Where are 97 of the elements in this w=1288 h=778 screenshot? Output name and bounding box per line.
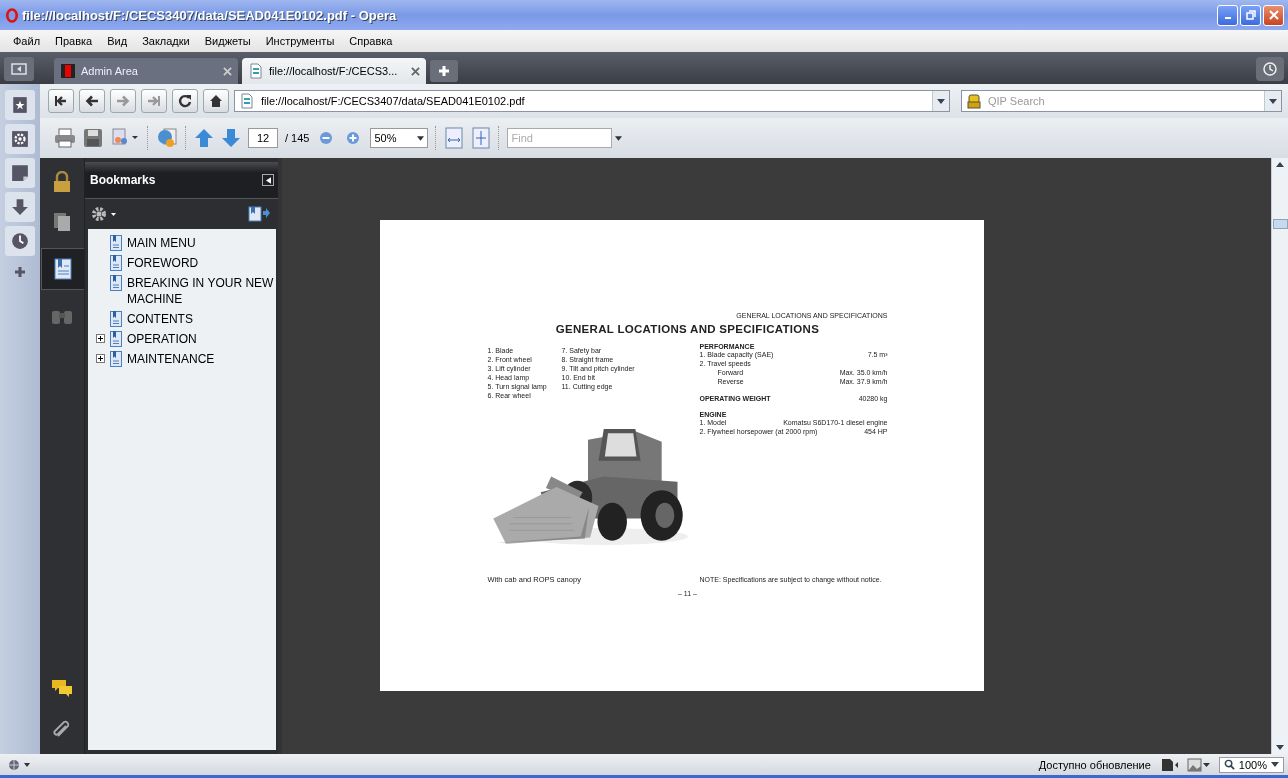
bookmark-icon: [110, 351, 122, 367]
reload-button[interactable]: [172, 89, 198, 113]
bookmark-item[interactable]: CONTENTS: [126, 311, 276, 327]
up-arrow-icon[interactable]: [1276, 162, 1284, 167]
back-button[interactable]: [79, 89, 105, 113]
bookmark-icon: [109, 275, 122, 291]
page-count: / 145: [285, 132, 310, 144]
restore-icon: [1245, 10, 1256, 20]
panel-toggle-button[interactable]: [4, 57, 34, 81]
globe-icon: [156, 127, 178, 149]
rewind-icon: [54, 94, 68, 108]
vertical-scrollbar[interactable]: [1271, 158, 1288, 754]
page-number-field[interactable]: 12: [248, 128, 278, 148]
bookmark-icon: [109, 235, 122, 251]
caret-icon: [417, 135, 425, 141]
download-icon: [11, 198, 29, 216]
browser-tab[interactable]: Admin Area: [54, 58, 238, 84]
minimize-button[interactable]: [1217, 4, 1238, 26]
bookmark-icon: [52, 258, 73, 280]
home-icon: [209, 94, 223, 108]
image-icon[interactable]: [1186, 757, 1211, 772]
site-icon: [60, 63, 76, 79]
update-notice[interactable]: Доступно обновление: [1038, 758, 1151, 771]
caret-icon: [1271, 762, 1279, 767]
panel-title: Bookmarks: [90, 173, 157, 187]
plus-icon: [346, 131, 361, 145]
browser-tab[interactable]: file://localhost/F:/CECS3...: [242, 58, 426, 84]
zoom-dropdown[interactable]: 50%: [370, 128, 429, 148]
maximize-button[interactable]: [1240, 4, 1261, 26]
reload-icon: [178, 94, 192, 108]
menu-item[interactable]: Правка: [49, 35, 102, 47]
forward-button[interactable]: [110, 89, 136, 113]
rewind-button[interactable]: [48, 89, 74, 113]
new-bookmark-icon[interactable]: [248, 206, 270, 222]
printer-icon: [54, 128, 76, 148]
expand-icon[interactable]: [96, 353, 105, 363]
settings-panel-button[interactable]: [5, 124, 35, 154]
magnifier-icon: [1223, 759, 1235, 770]
downloads-panel-button[interactable]: [5, 192, 35, 222]
fit-width-icon: [445, 127, 464, 149]
bookmark-item[interactable]: MAINTENANCE: [127, 351, 276, 367]
minimize-icon: [1224, 17, 1231, 19]
up-arrow-icon: [194, 128, 214, 148]
bookmark-icon: [109, 255, 122, 271]
settings-icon: [11, 130, 29, 148]
opera-logo-icon: [6, 7, 18, 23]
bookmark-icon: [110, 331, 122, 347]
bookmark-icon: [109, 311, 122, 327]
bookmark-item[interactable]: FOREWORD: [126, 255, 276, 271]
notes-panel-button[interactable]: [5, 158, 35, 188]
back-icon: [85, 94, 99, 108]
new-tab-button[interactable]: [430, 60, 458, 82]
bookmarks-panel-button[interactable]: [5, 90, 35, 120]
bookmark-item[interactable]: BREAKING IN YOUR NEW MACHINE: [126, 275, 276, 307]
note-icon: [11, 164, 29, 182]
print-button[interactable]: [54, 125, 76, 151]
down-arrow-icon: [221, 128, 241, 148]
page-heading: GENERAL LOCATIONS AND SPECIFICATIONS: [554, 323, 821, 335]
collapse-panel-button[interactable]: [262, 174, 274, 186]
closed-tabs-button[interactable]: [1256, 57, 1284, 81]
close-tab-icon[interactable]: [411, 66, 420, 76]
expand-icon[interactable]: [96, 333, 105, 343]
clock-icon: [1262, 61, 1278, 77]
minus-icon: [319, 131, 334, 145]
menu-item[interactable]: Справка: [343, 35, 402, 47]
page-icon: [239, 93, 255, 109]
address-field[interactable]: file://localhost/F:/CECS3407/data/SEAD041E0102.pdf: [234, 90, 950, 112]
history-panel-button[interactable]: [5, 226, 35, 256]
globe-icon[interactable]: [8, 758, 32, 771]
panel-icon: [11, 63, 27, 75]
window-title: file://localhost/F:/CECS3407/data/SEAD041E0102.pdf - Opera: [22, 7, 397, 23]
menu-item[interactable]: Инструменты: [259, 35, 344, 47]
fast-forward-button[interactable]: [141, 89, 167, 113]
forward-icon: [116, 94, 130, 108]
plus-icon: [14, 266, 26, 278]
zoom-dropdown[interactable]: 100%: [1218, 756, 1284, 773]
caret-icon: [265, 176, 271, 184]
fast-forward-icon: [147, 94, 161, 108]
bookmarks-tab[interactable]: [40, 248, 84, 290]
document-icon: [248, 63, 264, 79]
menu-item[interactable]: Виджеты: [198, 35, 260, 47]
menu-item[interactable]: Файл: [7, 35, 50, 47]
fit-page-icon: [472, 127, 491, 149]
plus-icon: [438, 65, 450, 77]
robot-icon: [966, 93, 982, 109]
down-arrow-icon[interactable]: [1276, 745, 1284, 750]
clock-icon: [11, 232, 29, 250]
close-icon: [1268, 10, 1279, 20]
bookmark-item[interactable]: MAIN MENU: [126, 235, 276, 251]
close-button[interactable]: [1263, 4, 1284, 26]
share-icon: [110, 128, 140, 148]
home-button[interactable]: [203, 89, 229, 113]
menu-item[interactable]: Вид: [101, 35, 137, 47]
menu-item[interactable]: Закладки: [136, 35, 199, 47]
scrollbar-thumb[interactable]: [1272, 219, 1288, 229]
bookmark-item[interactable]: OPERATION: [127, 331, 276, 347]
settings-icon[interactable]: [91, 206, 117, 222]
